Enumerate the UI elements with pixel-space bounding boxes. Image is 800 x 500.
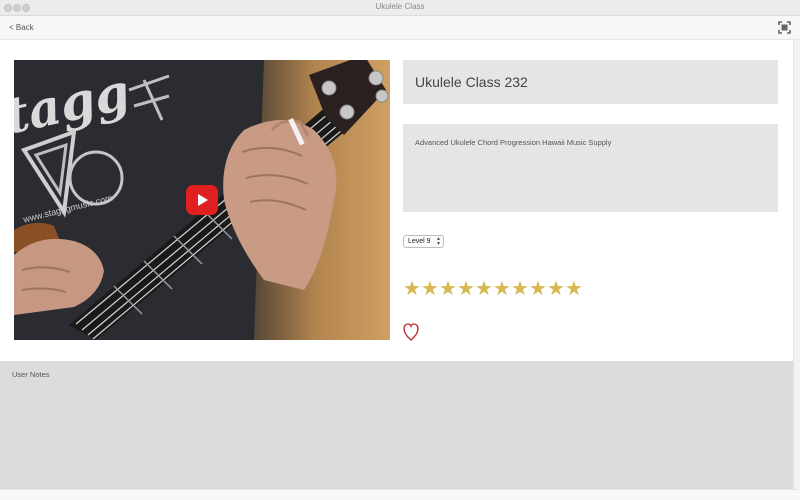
vertical-scrollbar[interactable] bbox=[793, 40, 800, 489]
window-footer bbox=[0, 489, 800, 500]
back-button[interactable]: < Back bbox=[9, 23, 34, 32]
star-icon[interactable]: ★ bbox=[403, 279, 421, 299]
star-icon[interactable]: ★ bbox=[511, 279, 529, 299]
window-titlebar: Ukulele Class bbox=[0, 0, 800, 16]
lesson-title-field[interactable]: Ukulele Class 232 bbox=[403, 60, 778, 104]
star-icon[interactable]: ★ bbox=[475, 279, 493, 299]
rating-stars[interactable]: ★ ★ ★ ★ ★ ★ ★ ★ ★ ★ bbox=[403, 279, 583, 300]
level-value: Level 9 bbox=[408, 238, 431, 245]
heart-icon[interactable] bbox=[403, 321, 419, 343]
lesson-title: Ukulele Class 232 bbox=[415, 74, 528, 90]
level-select[interactable]: Level 9 ▴ ▾ bbox=[403, 235, 444, 248]
user-notes-area[interactable]: User Notes bbox=[0, 361, 793, 489]
star-icon[interactable]: ★ bbox=[493, 279, 511, 299]
star-icon[interactable]: ★ bbox=[565, 279, 583, 299]
user-notes-label: User Notes bbox=[12, 370, 50, 379]
window-title: Ukulele Class bbox=[375, 2, 425, 11]
lesson-description: Advanced Ukulele Chord Progression Hawai… bbox=[415, 138, 612, 147]
stepper-arrows-icon: ▴ ▾ bbox=[436, 236, 440, 247]
video-player[interactable]: tagg www.stagggmusic.com bbox=[14, 60, 390, 340]
lesson-description-field[interactable]: Advanced Ukulele Chord Progression Hawai… bbox=[403, 124, 778, 212]
star-icon[interactable]: ★ bbox=[529, 279, 547, 299]
star-icon[interactable]: ★ bbox=[421, 279, 439, 299]
play-icon[interactable] bbox=[186, 185, 218, 215]
fullscreen-icon[interactable] bbox=[778, 21, 791, 34]
toolbar: < Back bbox=[0, 16, 800, 40]
star-icon[interactable]: ★ bbox=[547, 279, 565, 299]
star-icon[interactable]: ★ bbox=[439, 279, 457, 299]
star-icon[interactable]: ★ bbox=[457, 279, 475, 299]
